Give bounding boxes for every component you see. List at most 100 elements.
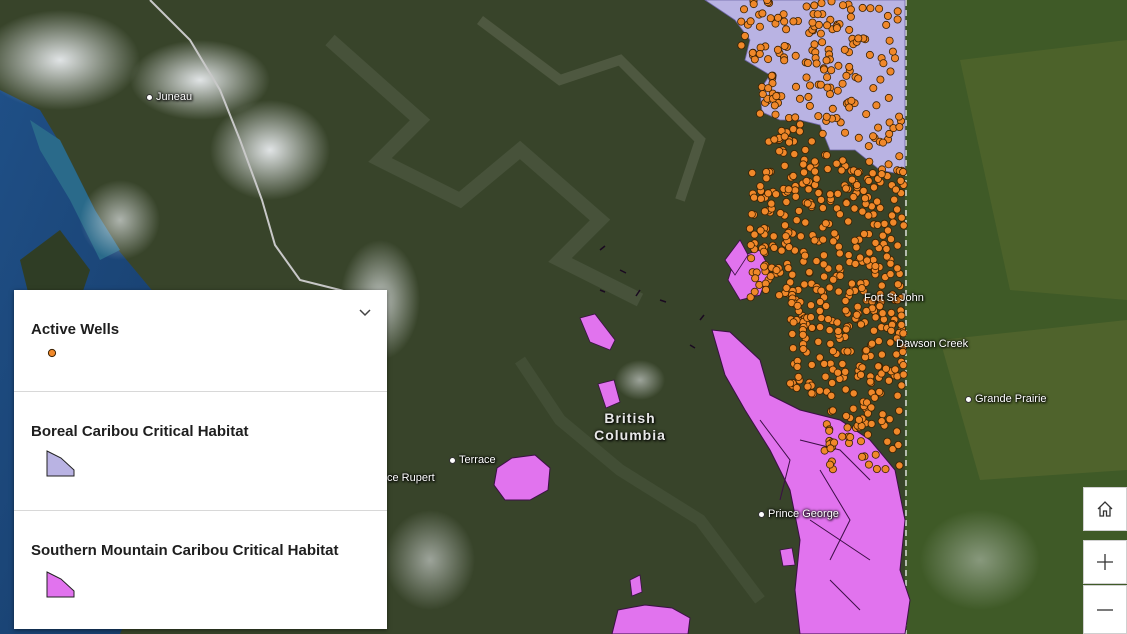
well-point[interactable] (897, 320, 906, 329)
well-point[interactable] (893, 205, 902, 214)
well-point[interactable] (820, 65, 829, 74)
well-point[interactable] (880, 219, 889, 228)
well-point[interactable] (822, 56, 831, 65)
well-point[interactable] (824, 315, 833, 324)
well-point[interactable] (833, 368, 842, 377)
well-point[interactable] (899, 221, 908, 230)
well-point[interactable] (895, 123, 904, 132)
well-point[interactable] (862, 346, 871, 355)
well-point[interactable] (845, 62, 854, 71)
well-point[interactable] (853, 168, 862, 177)
well-point[interactable] (782, 25, 791, 34)
well-point[interactable] (826, 444, 835, 453)
well-point[interactable] (845, 25, 854, 34)
well-point[interactable] (838, 359, 847, 368)
well-point[interactable] (883, 437, 892, 446)
well-point[interactable] (796, 94, 805, 103)
well-point[interactable] (867, 403, 876, 412)
well-point[interactable] (748, 168, 757, 177)
well-point[interactable] (893, 264, 902, 273)
zoom-in-button[interactable] (1083, 540, 1127, 584)
well-point[interactable] (856, 253, 865, 262)
well-point[interactable] (820, 272, 829, 281)
well-point[interactable] (804, 92, 813, 101)
well-point[interactable] (790, 150, 799, 159)
well-point[interactable] (864, 142, 873, 151)
well-point[interactable] (832, 159, 841, 168)
well-point[interactable] (886, 338, 895, 347)
well-point[interactable] (841, 306, 850, 315)
well-point[interactable] (791, 113, 800, 122)
well-point[interactable] (812, 257, 821, 266)
well-point[interactable] (863, 256, 872, 265)
well-point[interactable] (895, 112, 904, 121)
well-point[interactable] (866, 4, 875, 13)
well-point[interactable] (760, 207, 769, 216)
well-point[interactable] (864, 460, 873, 469)
well-point[interactable] (871, 313, 880, 322)
well-point[interactable] (789, 17, 798, 26)
well-point[interactable] (747, 254, 756, 263)
well-point[interactable] (870, 393, 879, 402)
well-point[interactable] (785, 138, 794, 147)
well-point[interactable] (829, 275, 838, 284)
well-point[interactable] (792, 82, 801, 91)
well-point[interactable] (803, 382, 812, 391)
well-point[interactable] (827, 0, 836, 6)
well-point[interactable] (894, 440, 903, 449)
well-point[interactable] (810, 236, 819, 245)
well-point[interactable] (842, 71, 851, 80)
well-point[interactable] (810, 157, 819, 166)
well-point[interactable] (884, 93, 893, 102)
well-point[interactable] (857, 437, 866, 446)
well-point[interactable] (740, 5, 749, 14)
well-point[interactable] (813, 10, 822, 19)
chevron-down-icon[interactable] (357, 304, 373, 320)
well-point[interactable] (794, 372, 803, 381)
well-point[interactable] (772, 266, 781, 275)
well-point[interactable] (737, 17, 746, 26)
well-point[interactable] (887, 308, 896, 317)
well-point[interactable] (836, 271, 845, 280)
well-point[interactable] (860, 229, 869, 238)
well-point[interactable] (749, 0, 758, 9)
well-point[interactable] (865, 157, 874, 166)
well-point[interactable] (844, 217, 853, 226)
well-point[interactable] (802, 176, 811, 185)
well-point[interactable] (834, 287, 843, 296)
well-point[interactable] (770, 101, 779, 110)
well-point[interactable] (864, 211, 873, 220)
well-point[interactable] (843, 347, 852, 356)
well-point[interactable] (819, 251, 828, 260)
well-point[interactable] (846, 433, 855, 442)
well-point[interactable] (845, 288, 854, 297)
well-point[interactable] (841, 296, 850, 305)
well-point[interactable] (817, 0, 826, 8)
well-point[interactable] (789, 171, 798, 180)
well-point[interactable] (757, 194, 766, 203)
well-point[interactable] (819, 260, 828, 269)
well-point[interactable] (834, 242, 843, 251)
well-point[interactable] (814, 337, 823, 346)
well-point[interactable] (755, 280, 764, 289)
well-point[interactable] (834, 61, 843, 70)
well-point[interactable] (858, 452, 867, 461)
well-point[interactable] (804, 185, 813, 194)
well-point[interactable] (854, 74, 863, 83)
well-point[interactable] (887, 235, 896, 244)
well-point[interactable] (877, 417, 886, 426)
well-point[interactable] (899, 370, 908, 379)
well-point[interactable] (868, 169, 877, 178)
well-point[interactable] (780, 56, 789, 65)
well-point[interactable] (795, 127, 804, 136)
well-point[interactable] (835, 263, 844, 272)
well-point[interactable] (767, 71, 776, 80)
well-point[interactable] (781, 232, 790, 241)
well-point[interactable] (893, 391, 902, 400)
well-point[interactable] (802, 2, 811, 11)
well-point[interactable] (893, 280, 902, 289)
well-point[interactable] (863, 430, 872, 439)
well-point[interactable] (897, 311, 906, 320)
well-point[interactable] (826, 190, 835, 199)
well-point[interactable] (862, 110, 871, 119)
